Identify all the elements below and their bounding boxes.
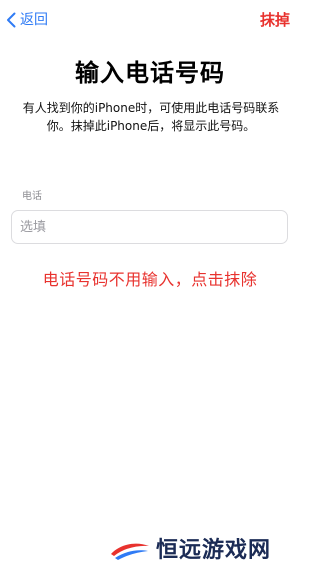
watermark: 恒远游戏网	[108, 534, 271, 566]
phone-field-label: 电话	[22, 191, 42, 202]
back-label: 返回	[20, 12, 48, 28]
erase-button[interactable]: 抹掉	[260, 10, 290, 30]
page-title: 输入电话号码	[75, 59, 225, 87]
red-annotation-text: 电话号码不用输入，点击抹除	[42, 270, 258, 289]
watermark-text: 恒远游戏网	[156, 537, 272, 563]
back-button[interactable]: 返回	[6, 10, 48, 30]
page-description: 有人找到你的iPhone时，可使用此电话号码联系你。抹掉此iPhone后，将显示…	[22, 101, 280, 133]
phone-number-input[interactable]	[11, 210, 288, 244]
navigation-bar: 返回 抹掉	[0, 0, 300, 40]
chevron-left-icon	[7, 12, 16, 28]
swoosh-logo-icon	[111, 543, 149, 560]
